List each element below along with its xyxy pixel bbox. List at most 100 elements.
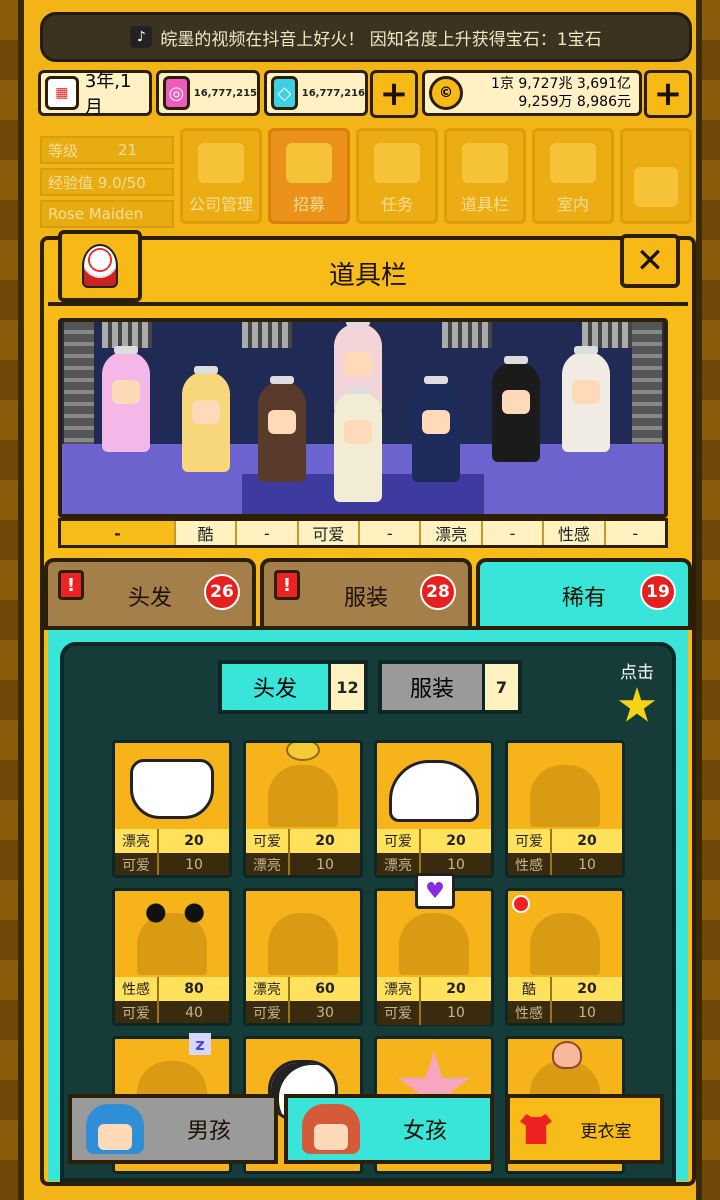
hair-silhouette-icon bbox=[399, 913, 469, 975]
tab-clothes-label: 服装 bbox=[343, 586, 388, 611]
item-card[interactable]: 可爱 20 漂亮 10 bbox=[243, 740, 363, 878]
inventory-panel: 道具栏 ✕ - 酷 - 可爱 - 漂亮 - 性感 - ! 头发 26 ! 服装 … bbox=[40, 230, 696, 1186]
tab-hair[interactable]: ! 头发 26 bbox=[44, 558, 256, 630]
stat-label: 可爱 bbox=[377, 829, 421, 853]
new-dot-icon bbox=[512, 895, 530, 913]
main-menu: 等级 21 经验值 9.0/50 Rose Maiden 公司管理 招募 任务 … bbox=[40, 128, 696, 228]
background-edge-left bbox=[0, 0, 18, 1200]
calendar-icon: ▦ bbox=[45, 76, 79, 110]
favorite-toggle[interactable]: 点击 bbox=[618, 658, 656, 725]
idol-face bbox=[192, 400, 220, 424]
menu-company-label: 公司管理 bbox=[188, 195, 253, 214]
sleep-icon: z bbox=[189, 1033, 211, 1055]
item-image bbox=[377, 743, 491, 829]
girl-button[interactable]: 女孩 bbox=[284, 1094, 494, 1164]
item-card[interactable]: 酷 20 性感 10 bbox=[505, 888, 625, 1026]
hair-silhouette-icon bbox=[268, 765, 338, 827]
stat-value: 10 bbox=[185, 857, 203, 873]
stat-label: 可爱 bbox=[508, 829, 552, 853]
stat-label: 漂亮 bbox=[377, 853, 421, 875]
level-label: 等级 bbox=[48, 141, 79, 160]
wardrobe-button[interactable]: 更衣室 bbox=[506, 1094, 664, 1164]
stat-value: 60 bbox=[315, 981, 335, 997]
item-image bbox=[115, 743, 229, 829]
hair-silhouette-icon bbox=[530, 765, 600, 827]
gacha-machine-icon bbox=[82, 244, 118, 288]
menu-mail-button[interactable] bbox=[620, 128, 692, 224]
coin-icon: © bbox=[429, 76, 463, 110]
trait-slot: - bbox=[235, 521, 296, 545]
item-card[interactable]: 可爱 20 漂亮 10 bbox=[374, 740, 494, 878]
stage-light bbox=[242, 322, 292, 348]
item-primary-stat: 可爱 20 bbox=[377, 829, 491, 853]
stat-value: 20 bbox=[577, 981, 597, 997]
item-card[interactable]: 性感 80 可爱 40 bbox=[112, 888, 232, 1026]
add-gem-button[interactable]: + bbox=[370, 70, 418, 118]
stat-label: 漂亮 bbox=[246, 853, 290, 875]
tab-clothes[interactable]: ! 服装 28 bbox=[260, 558, 472, 630]
item-card[interactable]: 漂亮 20 可爱 10 bbox=[112, 740, 232, 878]
bun-icon bbox=[286, 743, 320, 761]
menu-company-button[interactable]: 公司管理 bbox=[180, 128, 262, 224]
item-secondary-stat: 可爱 10 bbox=[377, 1001, 491, 1025]
blue-gem-icon: ◇ bbox=[271, 76, 298, 110]
close-icon: ✕ bbox=[635, 241, 665, 281]
tap-hint-text: 点击 bbox=[620, 663, 654, 683]
tab-rare-count: 19 bbox=[640, 574, 676, 610]
menu-inventory-button[interactable]: 道具栏 bbox=[444, 128, 526, 224]
menu-interior-button[interactable]: 室内 bbox=[532, 128, 614, 224]
menu-recruit-label: 招募 bbox=[292, 195, 325, 214]
trait-slot: - bbox=[480, 521, 542, 545]
tab-rare[interactable]: 稀有 19 bbox=[476, 558, 692, 630]
money-counter: © 1京 9,727兆 3,691亿 9,259万 8,986元 bbox=[422, 70, 642, 116]
crown-icon bbox=[194, 366, 218, 374]
crown-icon bbox=[424, 376, 448, 384]
crown-icon bbox=[504, 356, 528, 364]
stat-label: 漂亮 bbox=[246, 977, 290, 1001]
stat-value: 40 bbox=[185, 1005, 203, 1021]
item-card[interactable]: ♥ 漂亮 20 可爱 10 bbox=[374, 873, 494, 1026]
stat-label: 酷 bbox=[508, 977, 552, 1001]
stat-value: 20 bbox=[446, 981, 466, 997]
alert-icon: ! bbox=[274, 570, 300, 600]
stat-value: 20 bbox=[577, 833, 597, 849]
add-money-button[interactable]: + bbox=[644, 70, 692, 118]
menu-inventory-label: 道具栏 bbox=[460, 195, 509, 214]
date-display: ▦ 3年,1月 bbox=[38, 70, 152, 118]
item-secondary-stat: 性感 10 bbox=[508, 1001, 622, 1023]
menu-recruit-button[interactable]: 招募 bbox=[268, 128, 350, 224]
idol-character bbox=[258, 376, 306, 482]
stage-light bbox=[442, 322, 492, 348]
idol-character bbox=[492, 356, 540, 462]
panel-title-text: 道具栏 bbox=[328, 260, 407, 291]
stat-value: 10 bbox=[447, 1005, 465, 1021]
building-icon bbox=[198, 143, 244, 183]
item-card[interactable]: 漂亮 60 可爱 30 bbox=[243, 888, 363, 1026]
idol-face bbox=[344, 352, 372, 376]
pink-gem-counter: ◎ 16,777,215 bbox=[156, 70, 260, 116]
trait-slot: - bbox=[603, 521, 665, 545]
item-secondary-stat: 性感 10 bbox=[508, 853, 622, 875]
girl-label: 女孩 bbox=[402, 1119, 447, 1144]
subtab-clothes[interactable]: 服装 7 bbox=[378, 660, 522, 714]
paint-roller-icon bbox=[550, 143, 596, 183]
menu-task-label: 任务 bbox=[380, 195, 413, 214]
menu-task-button[interactable]: 任务 bbox=[356, 128, 438, 224]
item-card[interactable]: 可爱 20 性感 10 bbox=[505, 740, 625, 878]
subtab-clothes-label: 服装 bbox=[409, 677, 454, 702]
gacha-button[interactable] bbox=[58, 230, 142, 302]
item-primary-stat: 可爱 20 bbox=[246, 829, 360, 853]
idol-face bbox=[422, 410, 450, 434]
subtab-hair[interactable]: 头发 12 bbox=[218, 660, 368, 714]
stage-light bbox=[582, 322, 632, 348]
boy-button[interactable]: 男孩 bbox=[68, 1094, 278, 1164]
idol-character bbox=[334, 386, 382, 502]
idol-character bbox=[182, 366, 230, 472]
close-button[interactable]: ✕ bbox=[620, 234, 680, 288]
stat-value: 10 bbox=[316, 857, 334, 873]
date-text: 3年,1月 bbox=[84, 71, 132, 118]
stat-label: 可爱 bbox=[246, 829, 290, 853]
white-bonnet-icon bbox=[130, 759, 214, 819]
bottom-bar: 男孩 女孩 更衣室 bbox=[64, 1094, 704, 1168]
pink-gem-value: 16,777,215 bbox=[193, 87, 257, 99]
